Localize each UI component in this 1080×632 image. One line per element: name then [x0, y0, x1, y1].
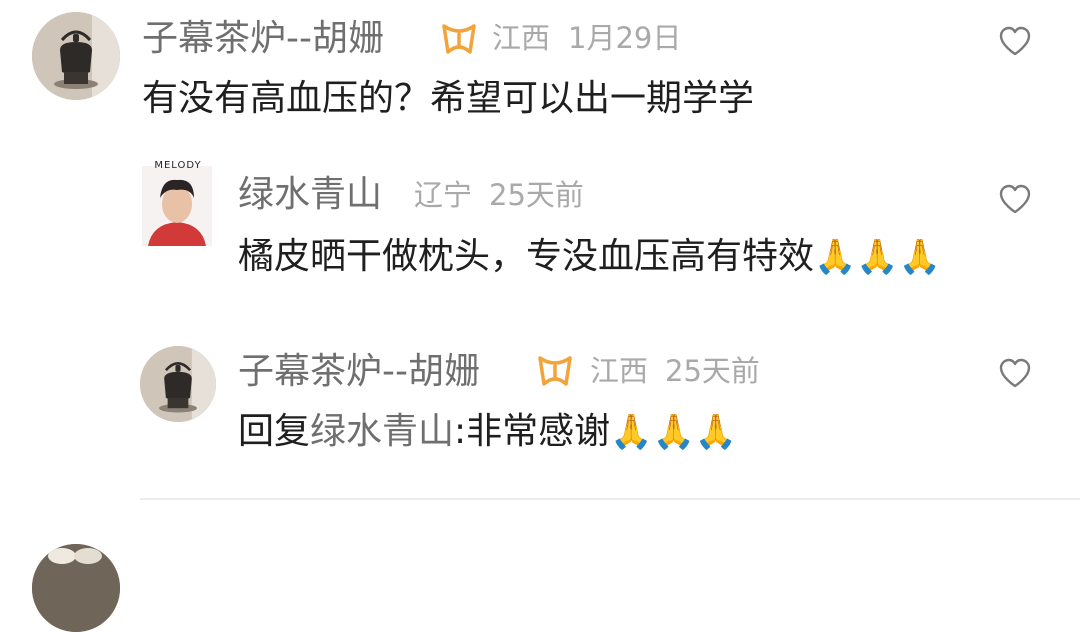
reply-time: 25天前: [489, 178, 584, 212]
reply-text-content: 橘皮晒干做枕头，专没血压高有特效: [238, 236, 815, 277]
comment-time: 1月29日: [568, 21, 682, 55]
heart-outline-icon[interactable]: [998, 358, 1032, 388]
avatar[interactable]: [140, 346, 216, 422]
reply-text: 橘皮晒干做枕头，专没血压高有特效🙏🙏🙏: [238, 239, 941, 275]
teapot-avatar-image: [140, 346, 216, 422]
mention-link[interactable]: 绿水青山: [310, 411, 454, 452]
comment-author[interactable]: 子幕茶炉--胡姗: [142, 21, 384, 57]
avatar[interactable]: [32, 12, 120, 100]
avatar[interactable]: [142, 166, 212, 246]
divider: [140, 498, 1080, 500]
comment-text: 有没有高血压的？希望可以出一期学学: [142, 78, 755, 119]
reply-text: 回复绿水青山:非常感谢🙏🙏🙏: [238, 414, 737, 450]
avatar-image: [32, 544, 120, 632]
reply-location: 辽宁: [414, 178, 473, 212]
reply-author[interactable]: 绿水青山: [238, 177, 382, 213]
teapot-avatar-image: [32, 12, 120, 100]
reply-author[interactable]: 子幕茶炉--胡姗: [238, 354, 480, 390]
avatar[interactable]: [32, 544, 120, 632]
folded-hands-emoji: 🙏🙏🙏: [814, 237, 942, 277]
reply-text-content: :非常感谢: [454, 411, 611, 452]
person-avatar-image: [142, 166, 212, 246]
avatar-caption: MELODY: [154, 160, 202, 171]
reply-location: 江西: [590, 354, 649, 388]
reply-time: 25天前: [665, 354, 760, 388]
folded-hands-emoji: 🙏🙏🙏: [610, 412, 738, 452]
orange-ribbon-badge-icon: [536, 354, 574, 388]
heart-outline-icon[interactable]: [998, 26, 1032, 56]
heart-outline-icon[interactable]: [998, 184, 1032, 214]
comment-location: 江西: [492, 21, 551, 55]
orange-ribbon-badge-icon: [440, 22, 478, 56]
reply-prefix: 回复: [238, 411, 311, 452]
